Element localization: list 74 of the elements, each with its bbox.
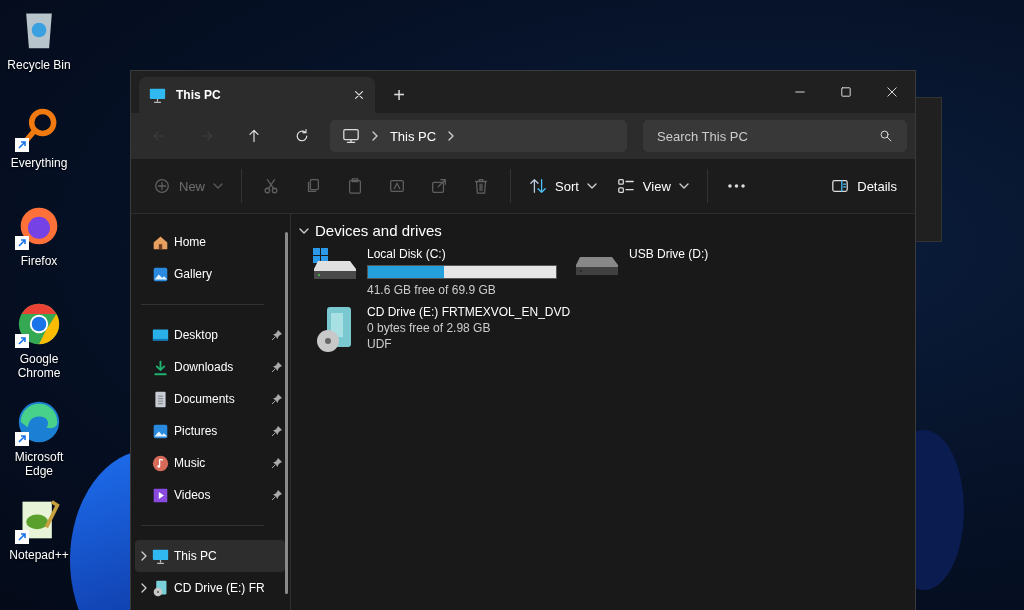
system-drive-icon bbox=[312, 247, 358, 281]
sidebar-item[interactable]: This PC bbox=[135, 540, 285, 572]
pin-icon[interactable] bbox=[271, 457, 283, 469]
video-icon bbox=[152, 486, 169, 504]
drive-name[interactable]: CD Drive (E:) FRTMEXVOL_EN_DVD bbox=[367, 305, 571, 319]
sidebar-item[interactable]: Downloads bbox=[135, 351, 285, 383]
refresh-icon bbox=[294, 128, 310, 144]
sort-button[interactable]: Sort bbox=[521, 169, 605, 203]
browser-icon bbox=[17, 400, 61, 444]
drive-info: UDF bbox=[367, 337, 393, 351]
sidebar-item[interactable]: Music bbox=[135, 447, 285, 479]
cd-drive-icon bbox=[152, 579, 169, 597]
list-view-icon bbox=[616, 177, 635, 195]
document-icon bbox=[152, 390, 169, 408]
breadcrumb[interactable]: This PC bbox=[389, 128, 437, 144]
monitor-icon bbox=[341, 127, 360, 145]
desktop-icon-label[interactable]: Everything bbox=[1, 156, 77, 170]
chevron-icon[interactable] bbox=[448, 131, 455, 141]
drive-info: 41.6 GB free of 69.9 GB bbox=[367, 283, 497, 297]
close-icon bbox=[353, 89, 365, 101]
desktop-icon-label[interactable]: Google Chrome bbox=[1, 352, 77, 380]
new-tab-button[interactable]: + bbox=[381, 77, 417, 113]
music-note-icon bbox=[152, 454, 169, 472]
clipboard-icon bbox=[346, 177, 364, 195]
sidebar-item[interactable]: Home bbox=[135, 226, 285, 258]
pin-icon[interactable] bbox=[271, 489, 283, 501]
download-icon bbox=[152, 358, 169, 376]
expand-chevron-icon[interactable] bbox=[141, 551, 147, 561]
more-dots-icon bbox=[728, 184, 746, 188]
share-icon bbox=[430, 177, 448, 195]
monitor-icon bbox=[149, 86, 166, 104]
expand-chevron-icon[interactable] bbox=[141, 583, 147, 593]
caret-icon[interactable] bbox=[678, 183, 689, 189]
collapse-chevron-icon[interactable] bbox=[299, 227, 309, 234]
section-header[interactable]: Devices and drives bbox=[299, 222, 442, 239]
tab[interactable]: This PC bbox=[139, 77, 375, 113]
trash-icon bbox=[472, 177, 490, 195]
pin-icon[interactable] bbox=[271, 425, 283, 437]
sort-arrows-icon bbox=[529, 177, 547, 195]
search-field[interactable]: Search This PC bbox=[643, 120, 908, 152]
desktop-icon-label[interactable]: Microsoft Edge bbox=[1, 450, 77, 478]
desktop-icon-label[interactable]: Notepad++ bbox=[1, 548, 77, 562]
picture-icon bbox=[152, 422, 169, 440]
sidebar-item[interactable]: Gallery bbox=[135, 258, 285, 290]
sidebar-item[interactable]: Videos bbox=[135, 479, 285, 511]
browser-icon bbox=[17, 302, 61, 346]
view-button[interactable]: View bbox=[608, 169, 697, 203]
maximize-icon bbox=[839, 85, 853, 99]
pin-icon[interactable] bbox=[271, 329, 283, 341]
chevron-icon[interactable] bbox=[371, 131, 378, 141]
desktop-icon-label[interactable]: Recycle Bin bbox=[1, 58, 77, 72]
picture-icon bbox=[152, 265, 169, 283]
pin-icon[interactable] bbox=[271, 393, 283, 405]
drive-name[interactable]: USB Drive (D:) bbox=[629, 247, 709, 261]
pin-icon[interactable] bbox=[271, 361, 283, 373]
details-pane-icon bbox=[831, 177, 850, 195]
sidebar-item[interactable]: CD Drive (E:) FR bbox=[135, 572, 285, 604]
monitor-icon bbox=[152, 547, 169, 565]
drive-icon bbox=[576, 257, 618, 275]
search-icon bbox=[879, 129, 894, 143]
address-bar[interactable]: This PC bbox=[329, 120, 628, 152]
sidebar-item[interactable]: Desktop bbox=[135, 319, 285, 351]
rename-icon bbox=[388, 177, 406, 195]
sidebar-item[interactable]: Documents bbox=[135, 383, 285, 415]
desktop-icon-label[interactable]: Firefox bbox=[1, 254, 77, 268]
plus-circle-icon bbox=[153, 177, 171, 195]
details-button[interactable]: Details bbox=[823, 169, 905, 203]
close-icon bbox=[885, 85, 899, 99]
drive-name[interactable]: Local Disk (C:) bbox=[367, 247, 557, 261]
drive-info: 0 bytes free of 2.98 GB bbox=[367, 321, 492, 335]
caret-icon[interactable] bbox=[586, 183, 597, 189]
sidebar-item[interactable]: Pictures bbox=[135, 415, 285, 447]
scrollbar[interactable] bbox=[285, 232, 288, 594]
scissors-icon bbox=[262, 177, 280, 195]
